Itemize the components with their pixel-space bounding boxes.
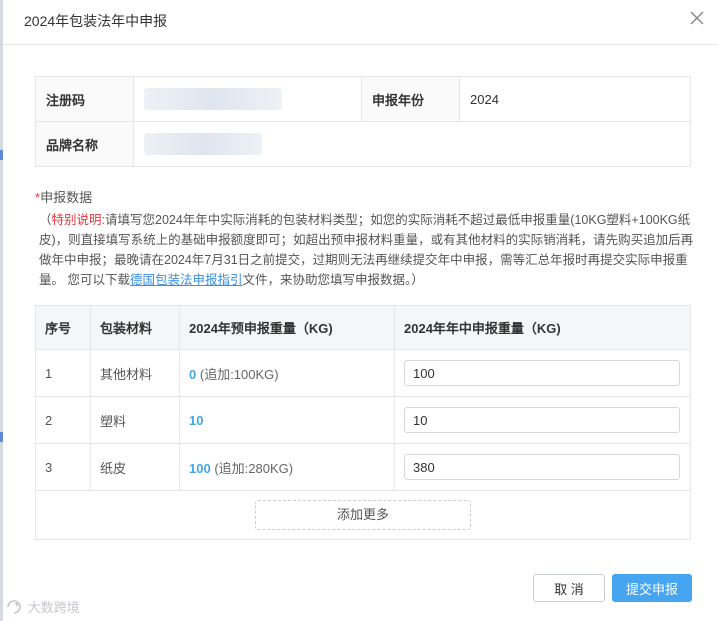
add-more-button[interactable]: 添加更多 [255,500,471,530]
notice-open: （ [39,213,52,227]
declaration-dialog: 2024年包装法年中申报 注册码 申报年份 2024 品牌名称 *申报数据 （特… [3,0,719,621]
dialog-header: 2024年包装法年中申报 [3,0,719,45]
year-label: 申报年份 [361,76,460,122]
mid-weight-input[interactable] [404,407,680,433]
brand-value [133,121,691,167]
pre-weight-extra: (追加:280KG) [214,460,294,476]
guide-link[interactable]: 德国包装法申报指引 [130,273,243,287]
row-mid-weight [394,443,691,491]
row-pre-weight: 0 (追加:100KG) [179,349,395,397]
notice-highlight: 特别说明: [51,213,105,227]
close-icon[interactable] [687,8,707,28]
redacted-value [144,88,282,110]
cancel-button[interactable]: 取 消 [533,574,605,602]
table-header-row: 序号 包装材料 2024年预申报重量（KG) 2024年年中申报重量（KG) [35,305,691,350]
special-notice: （特别说明:请填写您2024年年中实际消耗的包装材料类型；如您的实际消耗不超过最… [39,210,695,290]
dialog-title: 2024年包装法年中申报 [24,13,168,29]
row-mid-weight [394,349,691,397]
section-title: *申报数据 [35,187,92,206]
pre-weight-value: 100 [189,460,211,476]
pre-weight-value: 0 [189,366,197,382]
watermark-logo-icon [7,600,21,614]
notice-text-end: 文件，来协助您填写申报数据。） [242,273,424,287]
row-index: 3 [35,443,91,491]
row-mid-weight [394,396,691,444]
row-material: 其他材料 [90,349,180,397]
column-header: 2024年预申报重量（KG) [179,305,395,350]
row-index: 2 [35,396,91,444]
declaration-table: 序号 包装材料 2024年预申报重量（KG) 2024年年中申报重量（KG) 1… [35,305,691,540]
pre-weight-value: 10 [189,412,204,428]
basic-info-table: 注册码 申报年份 2024 品牌名称 [35,76,691,167]
add-row-cell: 添加更多 [35,490,691,540]
column-header: 序号 [35,305,91,350]
mid-weight-input[interactable] [404,454,680,480]
add-row: 添加更多 [35,490,691,540]
table-row: 1 其他材料 0 (追加:100KG) [35,349,691,397]
row-material: 塑料 [90,396,180,444]
info-row: 品牌名称 [35,121,691,167]
reg-code-value [133,76,362,122]
row-index: 1 [35,349,91,397]
pre-weight-extra: (追加:100KG) [199,366,279,382]
submit-button[interactable]: 提交申报 [612,574,692,602]
row-material: 纸皮 [90,443,180,491]
redacted-value [144,133,262,155]
mid-weight-input[interactable] [404,360,680,386]
brand-label: 品牌名称 [35,121,134,167]
reg-code-label: 注册码 [35,76,134,122]
section-label-text: 申报数据 [40,190,93,205]
table-row: 3 纸皮 100 (追加:280KG) [35,443,691,491]
year-value: 2024 [459,76,691,122]
column-header: 包装材料 [90,305,180,350]
row-pre-weight: 100 (追加:280KG) [179,443,395,491]
info-row: 注册码 申报年份 2024 [35,76,691,122]
table-row: 2 塑料 10 [35,396,691,444]
column-header: 2024年年中申报重量（KG) [394,305,691,350]
watermark: 大数跨境 [6,597,80,616]
row-pre-weight: 10 [179,396,395,444]
watermark-text: 大数跨境 [27,600,80,615]
